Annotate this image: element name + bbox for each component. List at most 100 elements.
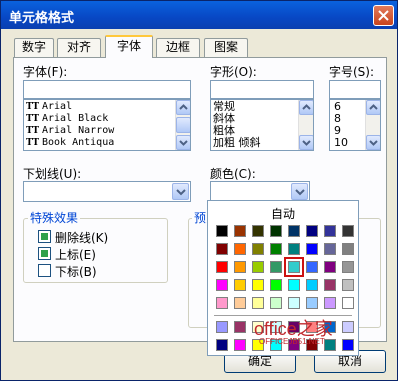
- list-item[interactable]: 加粗 倾斜: [213, 137, 261, 149]
- tab-number[interactable]: 数字: [14, 38, 54, 57]
- close-button[interactable]: [373, 5, 394, 26]
- color-swatch[interactable]: [306, 279, 318, 291]
- color-swatch[interactable]: [234, 225, 246, 237]
- color-swatch[interactable]: [252, 243, 264, 255]
- automatic-color-option[interactable]: 自动: [208, 205, 358, 222]
- color-swatch[interactable]: [288, 297, 300, 309]
- tab-font[interactable]: 字体: [105, 35, 153, 58]
- color-swatch[interactable]: [270, 243, 282, 255]
- underline-dropdown-button[interactable]: [172, 183, 189, 200]
- strikethrough-checkbox[interactable]: [38, 230, 51, 243]
- style-label: 字形(O):: [210, 65, 257, 79]
- color-swatch[interactable]: [234, 339, 246, 351]
- color-swatch[interactable]: [342, 261, 354, 273]
- scroll-up-button[interactable]: [299, 100, 313, 115]
- color-swatch[interactable]: [216, 243, 228, 255]
- underline-select[interactable]: [23, 181, 191, 202]
- chevron-down-icon: [302, 140, 311, 146]
- chevron-up-icon: [369, 104, 378, 110]
- size-label: 字号(S):: [329, 65, 375, 79]
- color-swatch[interactable]: [234, 243, 246, 255]
- color-swatch[interactable]: [234, 321, 246, 333]
- list-item[interactable]: TT Book Antiqua: [26, 137, 114, 149]
- color-swatch[interactable]: [324, 225, 336, 237]
- size-listbox[interactable]: 6 8 9 10: [329, 99, 381, 151]
- color-swatch[interactable]: [324, 261, 336, 273]
- scroll-thumb[interactable]: [176, 117, 190, 133]
- tab-alignment[interactable]: 对齐: [57, 38, 101, 57]
- list-item[interactable]: TT Arial Black: [26, 113, 114, 125]
- font-scrollbar[interactable]: [175, 100, 190, 150]
- color-select[interactable]: [210, 181, 310, 202]
- font-label: 字体(F):: [23, 65, 68, 79]
- title-bar[interactable]: 单元格格式: [1, 1, 397, 29]
- color-swatch[interactable]: [216, 321, 228, 333]
- subscript-label: 下标(B): [55, 265, 97, 279]
- color-swatch[interactable]: [342, 279, 354, 291]
- color-swatch[interactable]: [324, 243, 336, 255]
- color-swatch[interactable]: [252, 279, 264, 291]
- underline-label: 下划线(U):: [23, 167, 82, 181]
- color-dropdown-button[interactable]: [291, 183, 308, 200]
- size-scrollbar[interactable]: [365, 100, 380, 150]
- scroll-down-button[interactable]: [299, 135, 313, 150]
- color-swatch[interactable]: [216, 279, 228, 291]
- format-cells-dialog: 单元格格式 数字 对齐 字体 边框 图案 字体(F): TT Arial TT Ar…: [0, 0, 398, 381]
- size-input[interactable]: [329, 80, 381, 99]
- style-scrollbar[interactable]: [298, 100, 313, 150]
- color-swatch[interactable]: [234, 261, 246, 273]
- color-swatch[interactable]: [342, 339, 354, 351]
- tab-border[interactable]: 边框: [156, 38, 200, 57]
- color-swatch[interactable]: [288, 279, 300, 291]
- list-item[interactable]: TT Arial Narrow: [26, 125, 114, 137]
- superscript-label: 上标(E): [55, 248, 96, 262]
- color-swatch[interactable]: [324, 279, 336, 291]
- font-listbox[interactable]: TT Arial TT Arial Black TT Arial Narrow TT B…: [23, 99, 191, 151]
- tab-patterns[interactable]: 图案: [204, 38, 248, 57]
- color-swatch[interactable]: [288, 225, 300, 237]
- color-swatch[interactable]: [234, 297, 246, 309]
- color-swatch[interactable]: [234, 279, 246, 291]
- scroll-up-button[interactable]: [366, 100, 380, 115]
- color-swatch[interactable]: [216, 261, 228, 273]
- color-swatch[interactable]: [342, 225, 354, 237]
- color-swatch[interactable]: [216, 339, 228, 351]
- color-swatch[interactable]: [216, 225, 228, 237]
- color-swatch[interactable]: [288, 243, 300, 255]
- superscript-checkbox[interactable]: [38, 247, 51, 260]
- scroll-up-button[interactable]: [176, 100, 190, 115]
- color-swatch[interactable]: [270, 279, 282, 291]
- list-item[interactable]: TT Arial: [26, 101, 114, 113]
- color-swatch[interactable]: [306, 261, 318, 273]
- color-swatch[interactable]: [270, 297, 282, 309]
- color-swatch[interactable]: [306, 225, 318, 237]
- scroll-down-button[interactable]: [366, 135, 380, 150]
- list-item[interactable]: 10: [334, 137, 348, 149]
- subscript-checkbox[interactable]: [38, 264, 51, 277]
- color-swatch[interactable]: [252, 261, 264, 273]
- chevron-down-icon: [295, 189, 305, 196]
- color-swatch[interactable]: [306, 297, 318, 309]
- color-swatch[interactable]: [288, 261, 300, 273]
- color-swatch[interactable]: [216, 297, 228, 309]
- color-swatch[interactable]: [306, 243, 318, 255]
- color-swatch[interactable]: [270, 225, 282, 237]
- truetype-icon: TT: [26, 138, 40, 148]
- scroll-down-button[interactable]: [176, 135, 190, 150]
- color-swatch[interactable]: [252, 297, 264, 309]
- color-swatch[interactable]: [342, 321, 354, 333]
- strikethrough-label: 删除线(K): [55, 231, 109, 245]
- chevron-down-icon: [179, 140, 188, 146]
- truetype-icon: TT: [26, 102, 40, 112]
- color-swatch[interactable]: [342, 297, 354, 309]
- color-swatch[interactable]: [324, 297, 336, 309]
- chevron-up-icon: [302, 104, 311, 110]
- window-title: 单元格格式: [9, 11, 75, 26]
- color-swatch[interactable]: [270, 261, 282, 273]
- style-listbox[interactable]: 常规 斜体 粗体 加粗 倾斜: [210, 99, 314, 151]
- color-swatch[interactable]: [342, 243, 354, 255]
- style-input[interactable]: [210, 80, 314, 99]
- color-swatch[interactable]: [252, 225, 264, 237]
- effects-title: 特殊效果: [28, 209, 81, 226]
- font-input[interactable]: [23, 80, 191, 99]
